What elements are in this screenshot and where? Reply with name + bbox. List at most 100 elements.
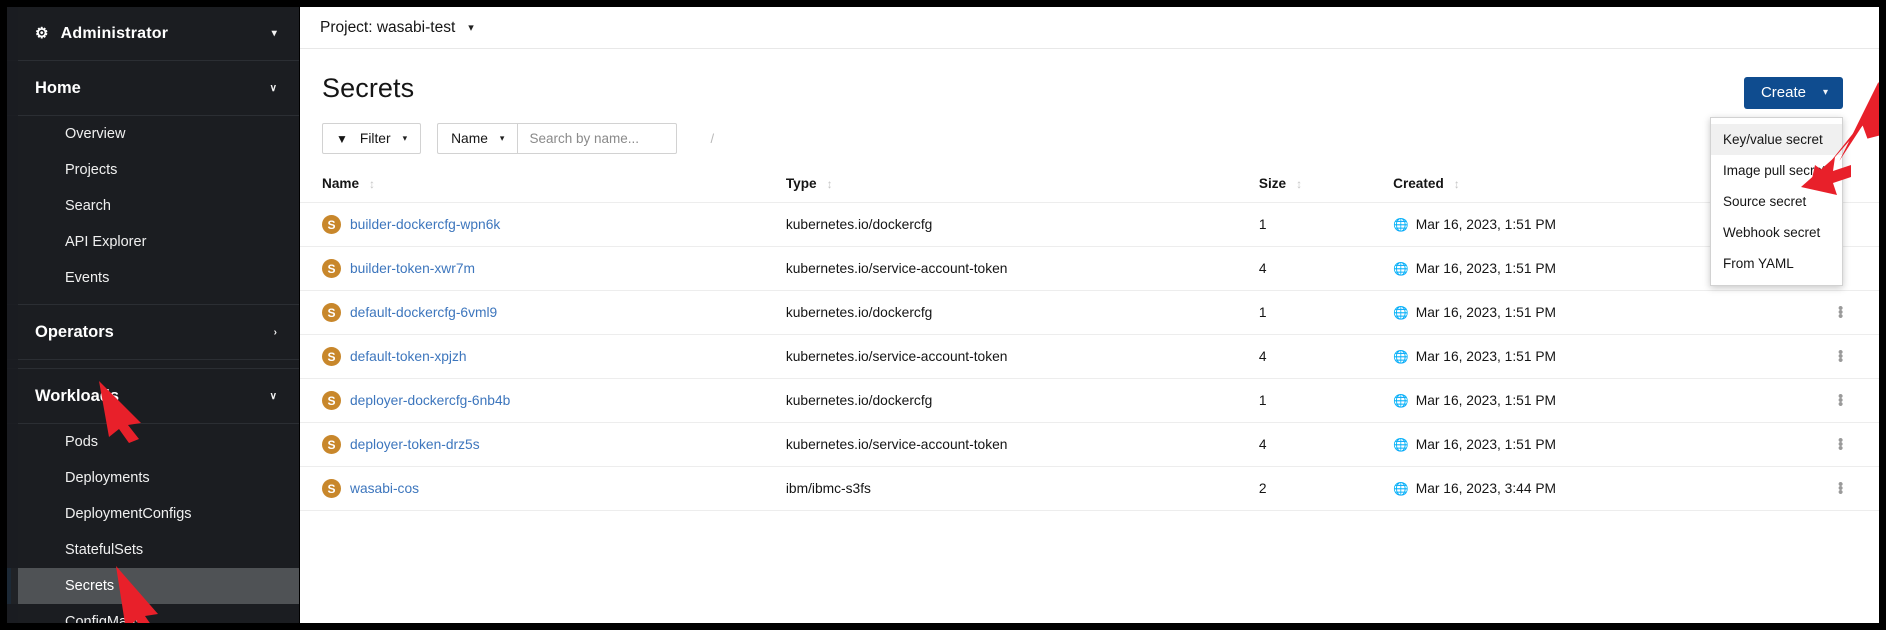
search-shortcut-hint: /	[710, 131, 715, 146]
globe-icon: 🌐	[1393, 261, 1409, 276]
sidebar-item-configmaps[interactable]: ConfigMaps	[7, 604, 299, 623]
sidebar-item-search[interactable]: Search	[7, 188, 299, 224]
secret-name-link[interactable]: default-token-xpjzh	[350, 349, 467, 364]
sidebar-item-statefulsets[interactable]: StatefulSets	[7, 532, 299, 568]
column-header-label: Name	[322, 176, 360, 191]
column-header-type[interactable]: Type ↕	[785, 170, 1259, 203]
kebab-menu-icon[interactable]: • • •	[1802, 345, 1879, 368]
cell-type: kubernetes.io/service-account-token	[785, 246, 1259, 291]
table-row: Sdeployer-dockercfg-6nb4b kubernetes.io/d…	[300, 378, 1879, 423]
cell-created-text: Mar 16, 2023, 3:44 PM	[1415, 480, 1557, 496]
secret-name-link[interactable]: default-dockercfg-6vml9	[350, 305, 497, 320]
secret-name-link[interactable]: wasabi-cos	[350, 481, 419, 496]
create-menu-item-key-value-secret[interactable]: Key/value secret	[1711, 124, 1842, 155]
secret-name-link[interactable]: deployer-token-drz5s	[350, 437, 480, 452]
table-row: Sbuilder-token-xwr7m kubernetes.io/servic…	[300, 246, 1879, 291]
column-header-label: Type	[785, 176, 817, 191]
main-content: Project: wasabi-test ▾ Secrets Create ▾ …	[300, 7, 1879, 623]
openshift-console-window: ⚙ Administrator ▾ Home ∨ Overview Projects S…	[0, 0, 1886, 630]
kebab-menu-icon[interactable]: • • •	[1802, 433, 1879, 456]
nav-section-label: Workloads	[35, 386, 120, 405]
secret-badge-icon: S	[322, 215, 341, 234]
browser-edge-strip	[7, 7, 18, 623]
gear-icon: ⚙	[35, 25, 49, 42]
cell-size: 4	[1258, 334, 1394, 379]
cell-created-text: Mar 16, 2023, 1:51 PM	[1415, 436, 1557, 452]
cell-created: 🌐 Mar 16, 2023, 1:51 PM	[1393, 290, 1803, 335]
nav-section-workloads[interactable]: Workloads ∨	[7, 369, 299, 424]
filter-icon: ▼	[336, 131, 348, 146]
sidebar-item-overview[interactable]: Overview	[7, 116, 299, 152]
table-row: Sdefault-dockercfg-6vml9 kubernetes.io/do…	[300, 290, 1879, 335]
cell-name: Swasabi-cos	[300, 466, 786, 511]
kebab-menu-icon[interactable]: • • •	[1802, 301, 1879, 324]
cell-created-text: Mar 16, 2023, 1:51 PM	[1415, 260, 1557, 276]
create-button[interactable]: Create ▾	[1743, 77, 1843, 109]
column-header-name[interactable]: Name ↕	[300, 170, 786, 203]
project-selector[interactable]: Project: wasabi-test ▾	[320, 19, 474, 37]
page-header: Secrets Create ▾ Key/value secret Image p…	[300, 49, 1879, 286]
chevron-down-icon: ▾	[402, 133, 408, 143]
cell-name: Sdefault-token-xpjzh	[300, 334, 786, 379]
column-header-size[interactable]: Size ↕	[1258, 170, 1394, 203]
cell-created: 🌐 Mar 16, 2023, 1:51 PM	[1393, 378, 1803, 423]
secret-badge-icon: S	[322, 435, 341, 454]
cell-name: Sdeployer-token-drz5s	[300, 422, 786, 467]
filter-dropdown[interactable]: ▼ Filter ▾	[322, 123, 422, 154]
search-attribute-dropdown[interactable]: Name ▾	[437, 123, 518, 154]
sidebar-item-projects[interactable]: Projects	[7, 152, 299, 188]
perspective-label: Administrator	[60, 24, 169, 42]
nav-section-home[interactable]: Home ∨	[7, 61, 299, 116]
sidebar-item-label: Search	[65, 198, 111, 214]
sidebar-item-pods[interactable]: Pods	[7, 424, 299, 460]
kebab-menu-icon[interactable]: • • •	[1802, 477, 1879, 500]
search-input[interactable]	[529, 131, 707, 146]
globe-icon: 🌐	[1393, 305, 1409, 320]
nav-section-operators[interactable]: Operators ›	[7, 305, 299, 360]
create-menu-item-webhook-secret[interactable]: Webhook secret	[1711, 217, 1842, 248]
secret-badge-icon: S	[322, 259, 341, 278]
project-selector-label: Project: wasabi-test	[320, 18, 456, 36]
sidebar-item-events[interactable]: Events	[7, 260, 299, 296]
sidebar-item-secrets[interactable]: Secrets	[7, 568, 299, 604]
cell-name: Sdefault-dockercfg-6vml9	[300, 290, 786, 335]
cell-created-text: Mar 16, 2023, 1:51 PM	[1415, 304, 1557, 320]
column-header-label: Created	[1393, 176, 1444, 191]
perspective-switcher[interactable]: ⚙ Administrator ▾	[7, 7, 299, 61]
cell-created-text: Mar 16, 2023, 1:51 PM	[1415, 392, 1557, 408]
left-navigation-sidebar: ⚙ Administrator ▾ Home ∨ Overview Projects S…	[7, 7, 300, 623]
secret-badge-icon: S	[322, 303, 341, 322]
chevron-down-icon: ▾	[271, 28, 277, 39]
table-row: Sdefault-token-xpjzh kubernetes.io/servic…	[300, 334, 1879, 379]
sidebar-item-deploymentconfigs[interactable]: DeploymentConfigs	[7, 496, 299, 532]
search-group: Name ▾ /	[437, 123, 714, 154]
kebab-menu-icon[interactable]: • • •	[1802, 389, 1879, 412]
globe-icon: 🌐	[1393, 217, 1409, 232]
cell-type: kubernetes.io/service-account-token	[785, 334, 1259, 379]
sidebar-item-label: Projects	[65, 162, 118, 178]
create-button-label: Create	[1760, 84, 1806, 101]
globe-icon: 🌐	[1393, 393, 1409, 408]
table-header-row: Name ↕ Type ↕ Size ↕ Created ↕	[300, 170, 1879, 203]
nav-sections: Home ∨ Overview Projects Search API Explorer E…	[7, 61, 299, 623]
create-menu-item-source-secret[interactable]: Source secret	[1711, 186, 1842, 217]
create-menu-item-image-pull-secret[interactable]: Image pull secret	[1711, 155, 1842, 186]
sort-icon: ↕	[826, 177, 833, 191]
secret-badge-icon: S	[322, 391, 341, 410]
chevron-down-icon: ∨	[269, 82, 277, 94]
sidebar-item-api-explorer[interactable]: API Explorer	[7, 224, 299, 260]
nav-section-label: Operators	[35, 322, 114, 341]
cell-size: 4	[1258, 246, 1394, 291]
sort-icon: ↕	[369, 177, 376, 191]
list-toolbar: ▼ Filter ▾ Name ▾ /	[300, 109, 1879, 154]
sidebar-item-deployments[interactable]: Deployments	[7, 460, 299, 496]
sidebar-item-label: Secrets	[65, 578, 115, 594]
secret-name-link[interactable]: builder-token-xwr7m	[350, 261, 475, 276]
create-menu-item-from-yaml[interactable]: From YAML	[1711, 248, 1842, 279]
secret-name-link[interactable]: builder-dockercfg-wpn6k	[350, 217, 500, 232]
cell-actions: • • •	[1802, 422, 1879, 467]
column-header-label: Size	[1258, 176, 1287, 191]
nav-section-label: Home	[35, 78, 81, 97]
secret-name-link[interactable]: deployer-dockercfg-6nb4b	[350, 393, 510, 408]
sidebar-item-label: Pods	[65, 434, 99, 450]
